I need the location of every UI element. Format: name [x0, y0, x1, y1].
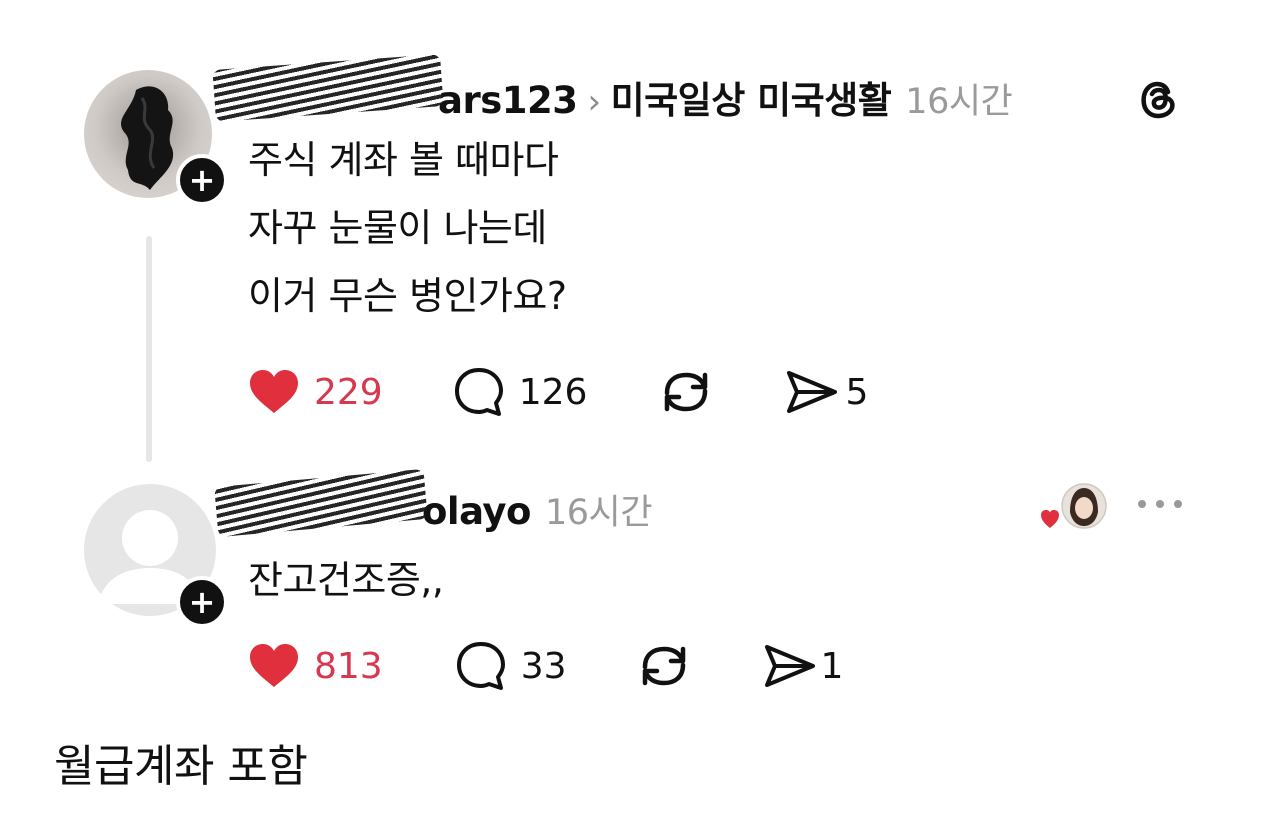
- like-count: 813: [314, 645, 383, 687]
- comment-icon: [456, 642, 505, 690]
- threads-logo-icon[interactable]: [1134, 74, 1182, 122]
- share-icon: [787, 371, 838, 413]
- repost-button[interactable]: [659, 367, 713, 417]
- like-button[interactable]: 229: [248, 369, 383, 415]
- heart-icon: [250, 644, 298, 687]
- share-button[interactable]: 5: [783, 367, 868, 417]
- post-actions: 229 126 5: [248, 364, 868, 420]
- reply-username[interactable]: olayo: [422, 490, 531, 533]
- repost-icon: [642, 646, 685, 686]
- more-icon[interactable]: [1134, 492, 1186, 516]
- share-icon: [764, 645, 815, 687]
- heart-icon: [250, 370, 298, 413]
- post-time: 16시간: [905, 82, 1013, 122]
- post-line: 자꾸 눈물이 나는데: [248, 206, 547, 250]
- comment-count: 33: [520, 645, 567, 687]
- share-count: 5: [845, 371, 869, 413]
- thread-connector: [146, 236, 152, 462]
- follow-plus-icon[interactable]: +: [176, 576, 228, 628]
- reply-time: 16시간: [544, 493, 652, 533]
- post-body: 주식 계좌 볼 때마다 자꾸 눈물이 나는데 이거 무슨 병인가요?: [248, 126, 567, 330]
- comment-count: 126: [518, 371, 588, 413]
- post-username[interactable]: ars123: [438, 79, 578, 122]
- topic-tag[interactable]: 미국일상 미국생활: [611, 79, 892, 122]
- share-count: 1: [820, 645, 844, 687]
- chevron-right-icon: ›: [587, 82, 601, 122]
- comment-icon: [454, 368, 503, 416]
- share-button[interactable]: 1: [761, 641, 844, 691]
- comment-button[interactable]: 33: [455, 640, 567, 692]
- reply-actions: 813 33 1: [248, 638, 843, 694]
- reply-body: 잔고건조증,,: [248, 558, 444, 602]
- like-count: 229: [314, 371, 383, 413]
- like-button[interactable]: 813: [248, 643, 383, 689]
- post-line: 주식 계좌 볼 때마다: [248, 138, 559, 182]
- post-line: 이거 무슨 병인가요?: [248, 274, 567, 318]
- liked-by-author[interactable]: [1040, 482, 1110, 532]
- repost-icon: [665, 372, 708, 412]
- comment-button[interactable]: 126: [453, 366, 588, 418]
- caption: 월급계좌 포함: [54, 741, 308, 792]
- repost-button[interactable]: [637, 641, 691, 691]
- follow-plus-icon[interactable]: +: [176, 154, 228, 206]
